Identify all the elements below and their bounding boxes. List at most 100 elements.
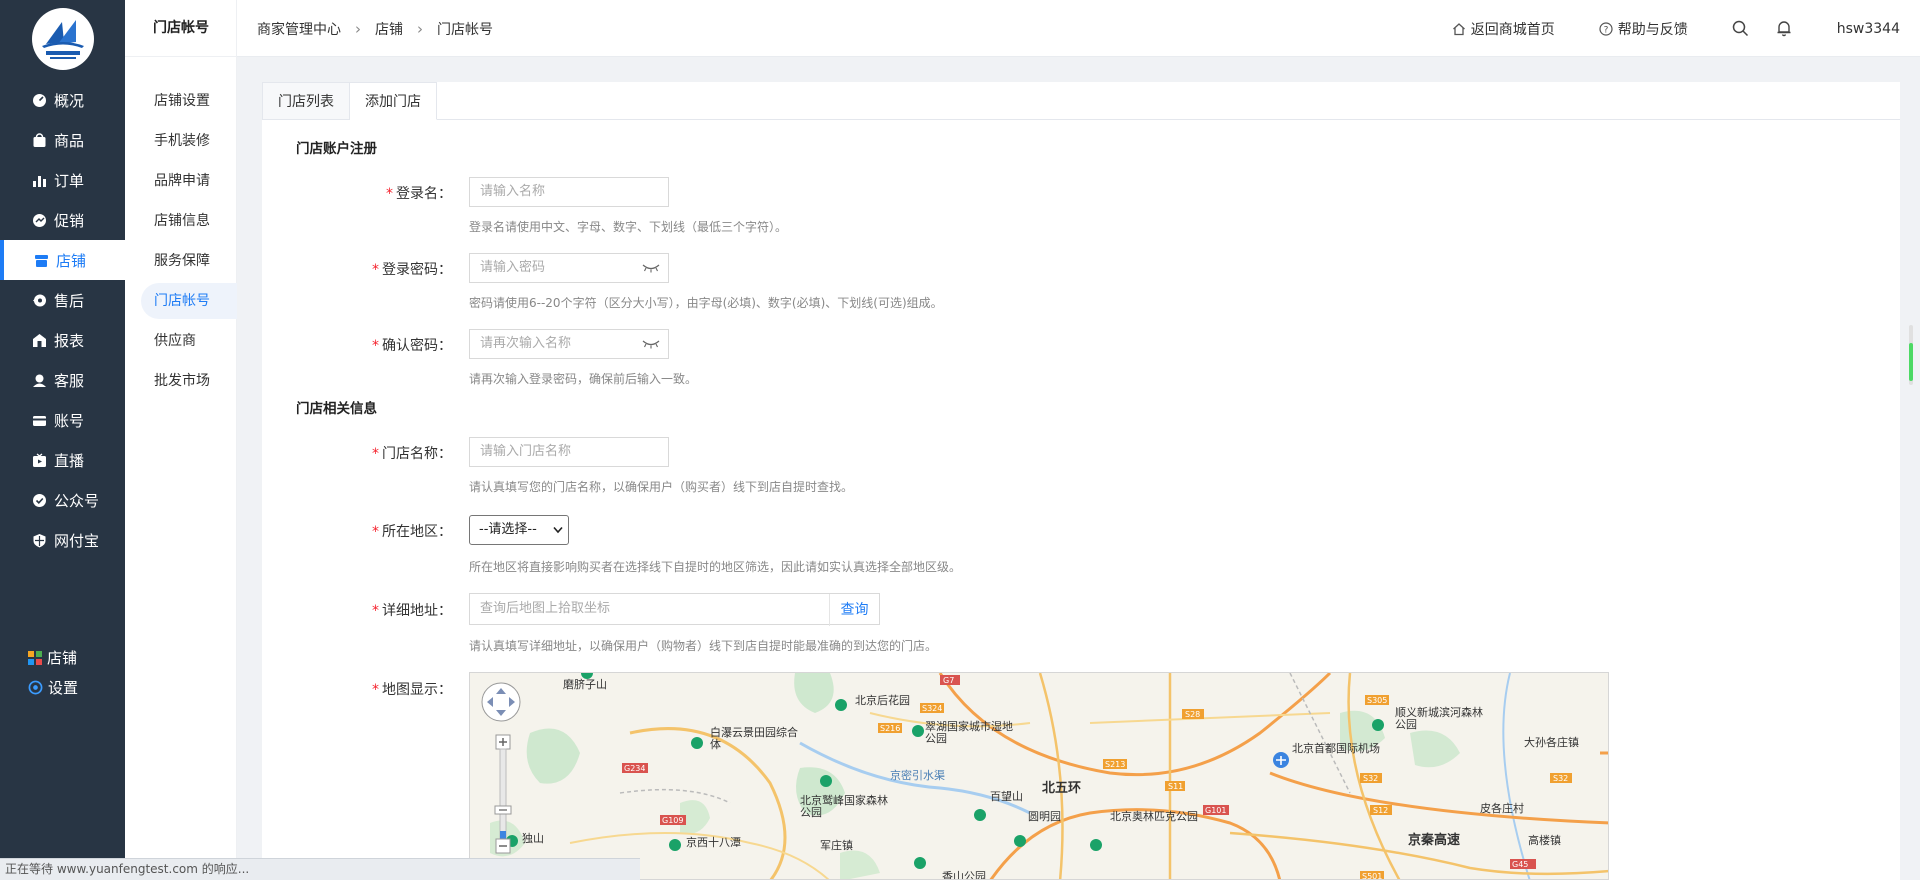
sidebar-item-4[interactable]: 店铺 <box>0 240 125 280</box>
breadcrumb-store[interactable]: 店铺 <box>375 19 403 39</box>
svg-text:G109: G109 <box>662 816 683 825</box>
search-button[interactable] <box>1732 20 1754 37</box>
store-icon <box>35 254 48 267</box>
map-label: * 地图显示： <box>372 682 452 698</box>
tabs-divider <box>262 119 1900 120</box>
sidebar-item-label: 商品 <box>54 131 85 150</box>
sub-sidebar-item-2[interactable]: 品牌申请 <box>141 163 237 199</box>
svg-text:S213: S213 <box>1105 760 1125 769</box>
home-link[interactable]: 返回商城首页 <box>1452 19 1555 39</box>
svg-text:S12: S12 <box>1373 806 1388 815</box>
sidebar-item-label: 促销 <box>54 211 85 230</box>
username: hsw3344 <box>1836 20 1900 37</box>
sub-sidebar-item-3[interactable]: 店铺信息 <box>141 203 237 239</box>
browser-status-bar: 正在等待 www.yuanfengtest.com 的响应... <box>0 858 640 880</box>
sidebar-item-6[interactable]: 报表 <box>0 320 125 360</box>
sidebar-item-10[interactable]: 公众号 <box>0 480 125 520</box>
address-input[interactable]: 查询后地图上拾取坐标 查询 <box>469 593 880 626</box>
store-name-label: * 门店名称： <box>372 446 452 462</box>
map-place-label: 百望山 <box>990 790 1023 803</box>
customer-service-icon <box>33 374 46 387</box>
map-place-label: 京西十八潭 <box>686 836 741 849</box>
address-hint: 请认真填写详细地址，以确保用户（购物者）线下到店自提时能最准确的到达您的门店。 <box>469 639 938 653</box>
store-name-input[interactable]: 请输入门店名称 <box>469 437 669 467</box>
map-place-label: 圆明园 <box>1028 810 1061 823</box>
password-hint: 密码请使用6--20个字符（区分大小写），由字母(必填)、数字(必填)、下划线(… <box>469 296 943 310</box>
bar-chart-icon <box>33 175 46 187</box>
sidebar-item-1[interactable]: 商品 <box>0 120 125 160</box>
chevron-down-icon <box>553 526 563 534</box>
sidebar-item-label: 店铺 <box>56 251 87 270</box>
sidebar-item-7[interactable]: 客服 <box>0 360 125 400</box>
sidebar-item-0[interactable]: 概况 <box>0 80 125 120</box>
password-input[interactable]: 请输入密码 <box>469 253 669 283</box>
map-place-label: 北京后花园 <box>855 694 910 707</box>
sidebar-item-label: 报表 <box>54 331 85 350</box>
svg-text:?: ? <box>1603 25 1608 35</box>
sidebar-item-5[interactable]: 售后 <box>0 280 125 320</box>
help-link[interactable]: ? 帮助与反馈 <box>1599 19 1688 39</box>
card-icon <box>33 415 46 426</box>
sidebar-item-label: 账号 <box>54 411 85 430</box>
sub-sidebar-item-7[interactable]: 批发市场 <box>141 363 237 399</box>
bottom-store-link[interactable]: 店铺 <box>28 647 77 668</box>
home-icon <box>1452 22 1465 35</box>
user-menu[interactable]: hsw3344 <box>1837 21 1900 37</box>
login-name-hint: 登录名请使用中文、字母、数字、下划线（最低三个字符）。 <box>469 220 788 234</box>
sub-sidebar-item-6[interactable]: 供应商 <box>141 323 237 359</box>
page-scrollbar[interactable] <box>1908 325 1914 385</box>
region-select[interactable]: --请选择-- <box>469 515 569 545</box>
map-place-label: 白瀑云景田园综合体 <box>710 726 798 751</box>
confirm-password-input[interactable]: 请再次输入名称 <box>469 329 669 359</box>
map-zoom-control[interactable] <box>480 681 522 856</box>
eye-closed-icon[interactable] <box>642 338 660 350</box>
region-hint: 所在地区将直接影响购买者在选择线下自提时的地区筛选，因此请如实认真选择全部地区级… <box>469 560 962 574</box>
check-shield-icon <box>33 493 46 507</box>
header-actions: 返回商城首页 ? 帮助与反馈 hsw3344 <box>1408 0 1900 57</box>
sub-sidebar-item-4[interactable]: 服务保障 <box>141 243 237 279</box>
sidebar-item-label: 概况 <box>54 91 85 110</box>
sidebar-item-8[interactable]: 账号 <box>0 400 125 440</box>
map-place-label: 京密引水渠 <box>890 769 945 782</box>
svg-text:S32: S32 <box>1553 774 1568 783</box>
login-name-input[interactable]: 请输入名称 <box>469 177 669 207</box>
sidebar-item-11[interactable]: 网付宝 <box>0 520 125 560</box>
map-place-label: 独山 <box>522 832 544 845</box>
tab-store-list[interactable]: 门店列表 <box>262 82 350 120</box>
map-canvas[interactable]: G7 S324 S216 G234 S213 S28 S11 G101 S32 … <box>470 673 1609 880</box>
shopping-bag-icon <box>33 132 46 147</box>
sub-sidebar-item-0[interactable]: 店铺设置 <box>141 83 237 119</box>
password-label: * 登录密码： <box>372 262 452 278</box>
company-logo[interactable] <box>32 8 94 70</box>
breadcrumb-merchant-center[interactable]: 商家管理中心 <box>257 19 341 39</box>
help-link-label: 帮助与反馈 <box>1617 21 1688 38</box>
map-place-label: 皮各庄村 <box>1480 802 1524 815</box>
eye-closed-icon[interactable] <box>642 262 660 274</box>
sidebar-item-2[interactable]: 订单 <box>0 160 125 200</box>
bottom-settings-link[interactable]: 设置 <box>28 677 78 698</box>
sidebar-item-9[interactable]: 直播 <box>0 440 125 480</box>
sidebar-item-label: 订单 <box>54 171 85 190</box>
after-sale-icon <box>33 294 46 306</box>
query-button[interactable]: 查询 <box>829 594 879 626</box>
breadcrumb-store-account: 门店帐号 <box>437 21 493 38</box>
chevron-right-icon: › <box>417 19 423 38</box>
map-view[interactable]: G7 S324 S216 G234 S213 S28 S11 G101 S32 … <box>469 672 1609 880</box>
svg-text:S32: S32 <box>1363 774 1378 783</box>
home-link-label: 返回商城首页 <box>1470 21 1555 38</box>
map-place-label: 大孙各庄镇 <box>1524 736 1579 749</box>
map-place-label: 北五环 <box>1042 781 1082 796</box>
svg-text:S305: S305 <box>1367 696 1387 705</box>
sidebar-item-3[interactable]: 促销 <box>0 200 125 240</box>
map-place-label: 顺义新城滨河森林公园 <box>1395 706 1483 731</box>
bottom-store-label: 店铺 <box>47 649 78 667</box>
svg-text:S11: S11 <box>1168 782 1183 791</box>
svg-text:S216: S216 <box>880 724 900 733</box>
top-header: 商家管理中心 › 店铺 › 门店帐号 返回商城首页 ? 帮助与反馈 hsw334… <box>237 0 1920 57</box>
notification-button[interactable] <box>1776 20 1797 37</box>
tab-add-store[interactable]: 添加门店 <box>350 82 437 120</box>
sub-sidebar-item-1[interactable]: 手机装修 <box>141 123 237 159</box>
sub-sidebar-item-5[interactable]: 门店帐号 <box>141 283 237 319</box>
promotion-icon <box>33 213 46 227</box>
svg-text:G101: G101 <box>1205 806 1226 815</box>
